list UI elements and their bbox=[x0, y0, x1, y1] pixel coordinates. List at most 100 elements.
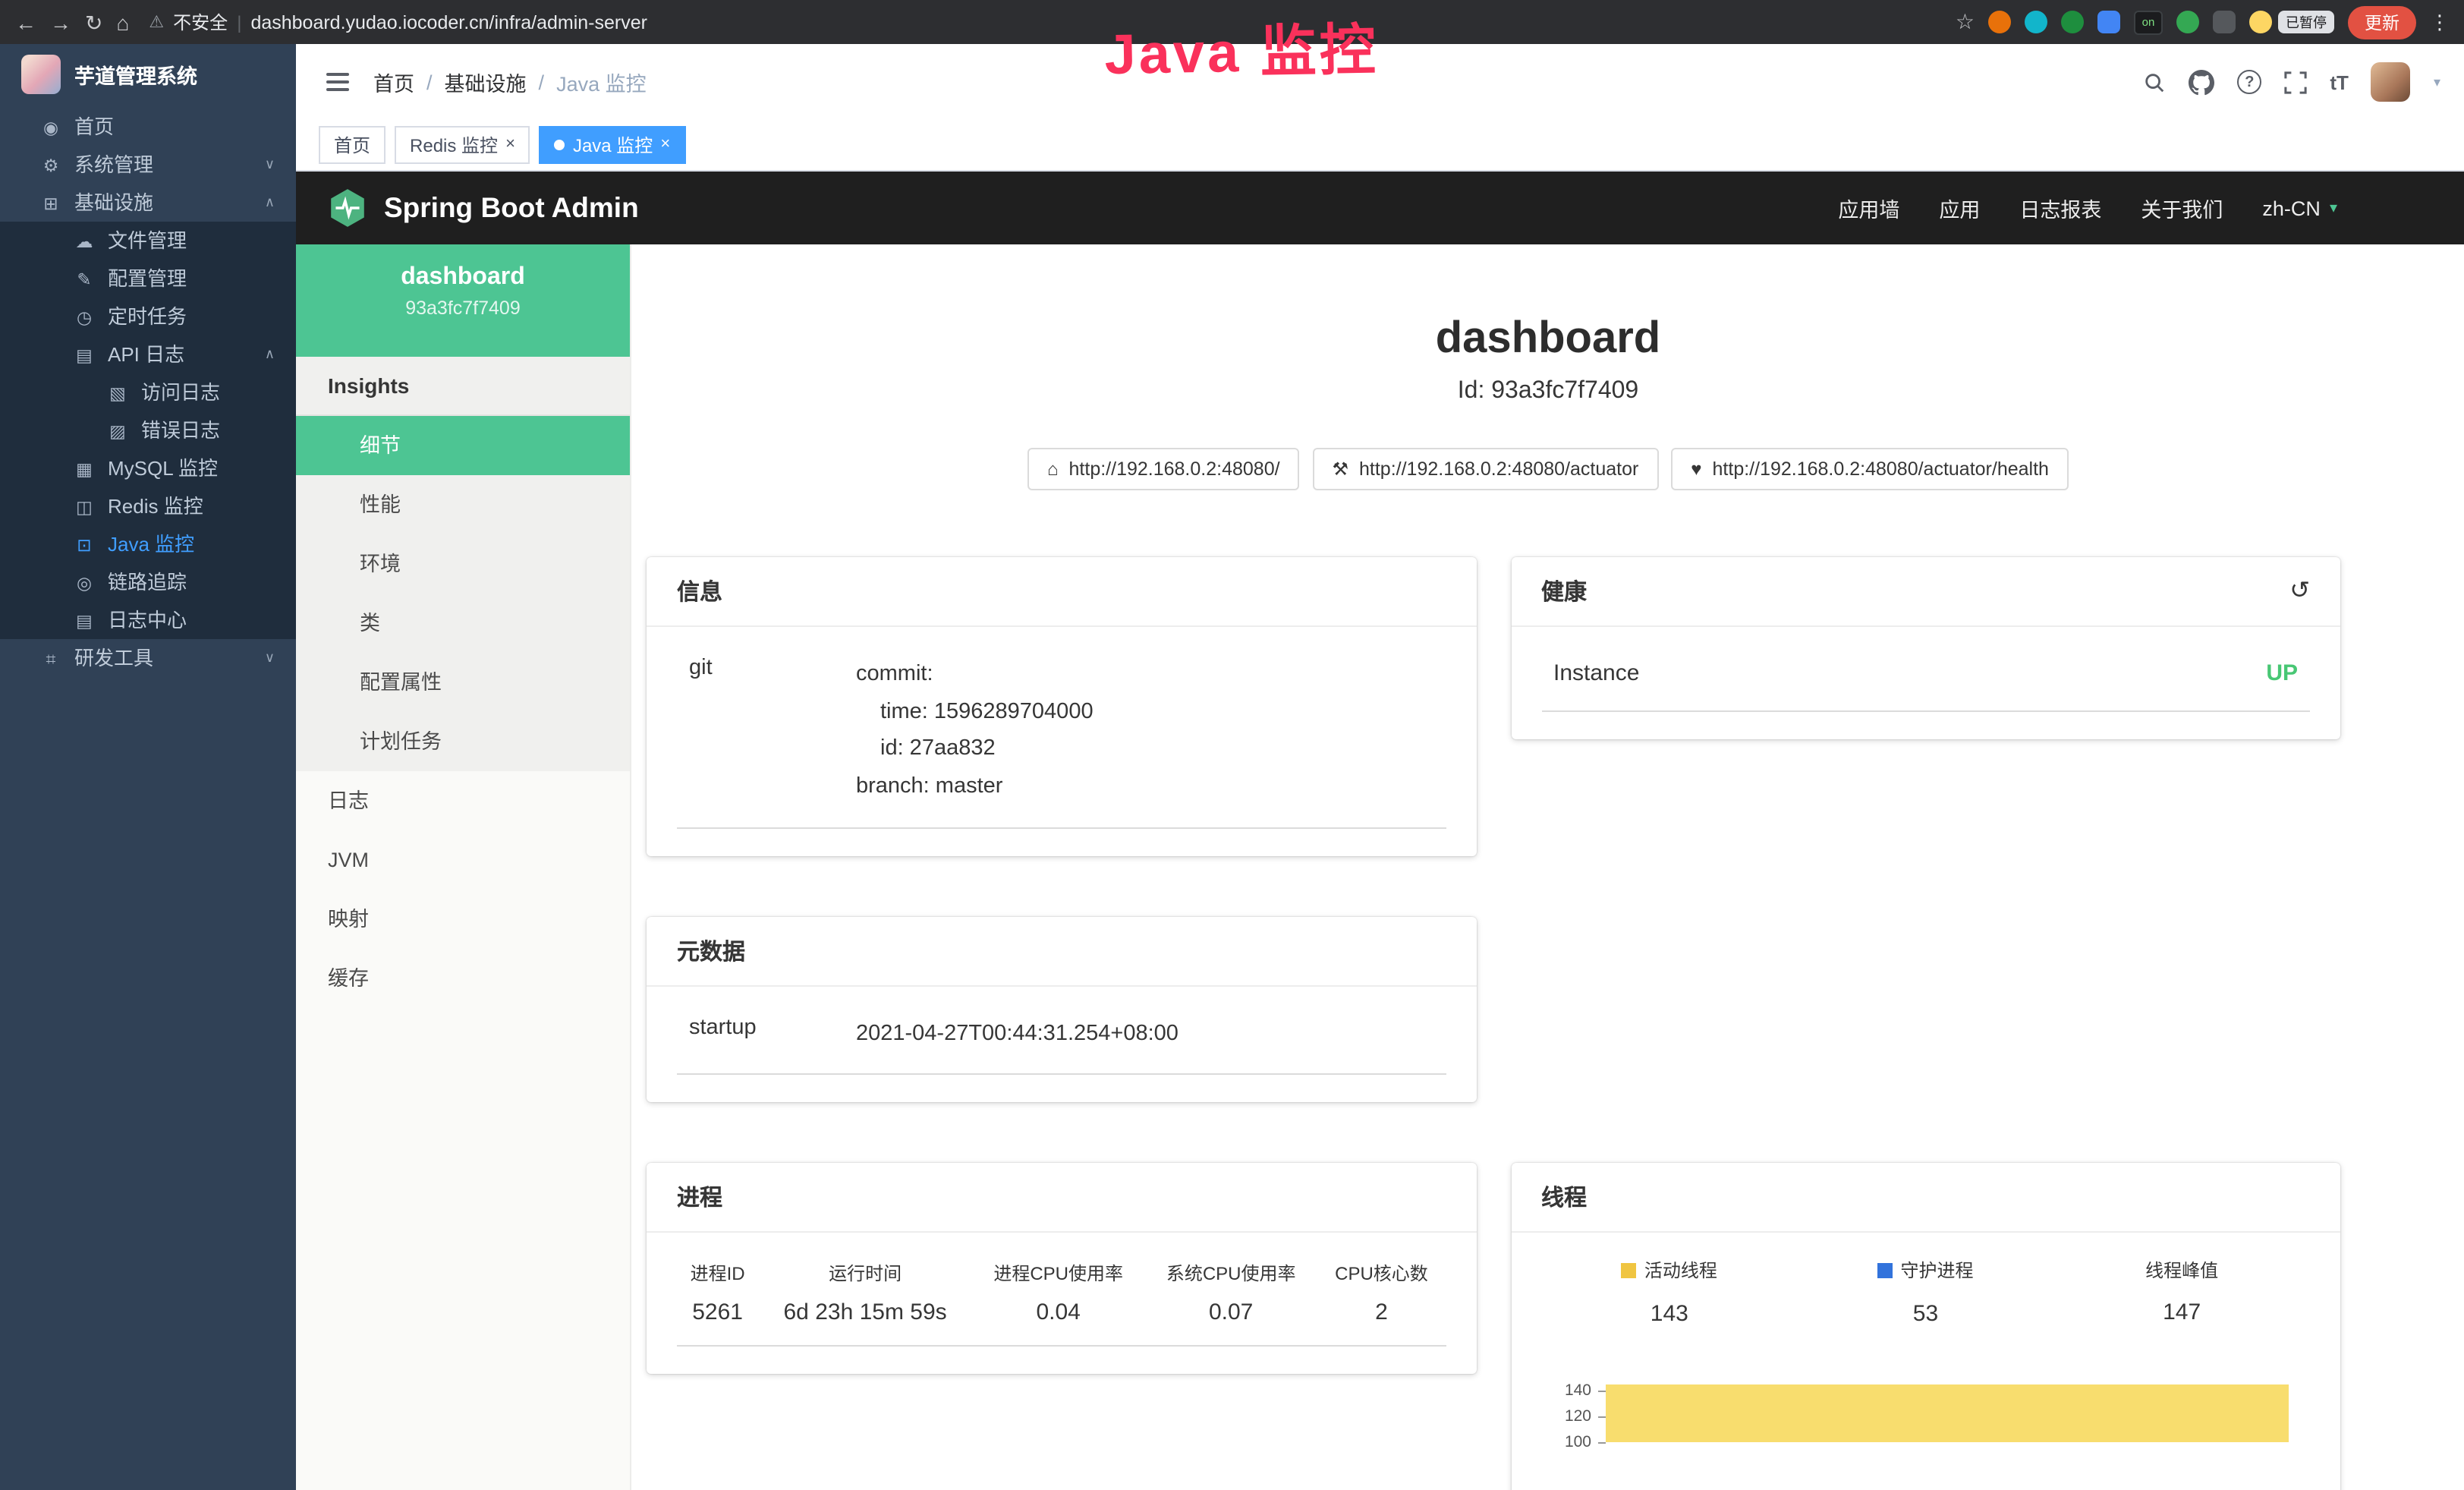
process-card-body: 进程ID 运行时间 进程CPU使用率 系统CPU使用率 CPU核心数 5261 … bbox=[647, 1233, 1476, 1374]
search-icon[interactable] bbox=[2143, 71, 2166, 93]
hamburger-icon[interactable] bbox=[326, 73, 349, 91]
sba-nav-applications[interactable]: 应用 bbox=[1939, 193, 1980, 223]
process-uptime: 6d 23h 15m 59s bbox=[758, 1289, 972, 1346]
sidebar-item-log-center[interactable]: ▤日志中心 bbox=[0, 601, 296, 639]
edit-icon: ✎ bbox=[73, 263, 96, 301]
threads-chart-plot bbox=[1605, 1378, 2289, 1490]
sidebar-item-home[interactable]: ◉首页 bbox=[0, 108, 296, 146]
main-column: 首页 / 基础设施 / Java 监控 ? bbox=[296, 44, 2464, 1490]
sidebar-menu: ◉首页 ⚙系统管理 ∨ ⊞基础设施 ∧ ☁文件管理 ✎配置管理 ◷定时任务 bbox=[0, 105, 296, 677]
link-label: http://192.168.0.2:48080/actuator/health bbox=[1713, 458, 2049, 480]
url-text[interactable]: dashboard.yudao.iocoder.cn/infra/admin-s… bbox=[250, 11, 647, 33]
avatar-caret-icon[interactable]: ▾ bbox=[2434, 74, 2440, 90]
update-button[interactable]: 更新 bbox=[2348, 5, 2416, 39]
github-icon[interactable] bbox=[2189, 69, 2214, 95]
sidebar-item-label: 研发工具 bbox=[74, 647, 153, 669]
peak-threads-value: 147 bbox=[2053, 1299, 2310, 1325]
sidebar-item-scheduled-jobs[interactable]: ◷定时任务 bbox=[0, 298, 296, 335]
health-instance-row[interactable]: Instance UP bbox=[1541, 636, 2310, 712]
sidebar-item-api-logs[interactable]: ▤API 日志 ∧ bbox=[0, 335, 296, 373]
sba-item-scheduled-tasks[interactable]: 计划任务 bbox=[296, 712, 630, 771]
browser-menu-icon[interactable]: ⋮ bbox=[2430, 10, 2450, 34]
back-icon[interactable]: ← bbox=[15, 11, 36, 33]
sba-item-caches[interactable]: 缓存 bbox=[296, 949, 630, 1008]
sba-item-jvm[interactable]: JVM bbox=[296, 830, 630, 890]
process-header-pid: 进程ID bbox=[677, 1248, 758, 1289]
live-threads-value: 143 bbox=[1541, 1300, 1798, 1326]
legend-label-text: 活动线程 bbox=[1644, 1257, 1717, 1283]
app-logo-row[interactable]: 芋道管理系统 bbox=[0, 44, 296, 105]
locale-selector[interactable]: zh-CN ▾ bbox=[2262, 197, 2337, 219]
sidebar-item-access-logs[interactable]: ▧访问日志 bbox=[0, 373, 296, 411]
metadata-card-header: 元数据 bbox=[647, 916, 1476, 986]
address-bar[interactable]: ⚠ 不安全 | dashboard.yudao.iocoder.cn/infra… bbox=[149, 9, 647, 35]
help-icon[interactable]: ? bbox=[2237, 70, 2261, 94]
instance-home-link[interactable]: ⌂ http://192.168.0.2:48080/ bbox=[1027, 448, 1300, 490]
tab-paused-indicator[interactable]: 已暂停 bbox=[2249, 11, 2334, 33]
process-process-cpu: 0.04 bbox=[972, 1289, 1145, 1346]
breadcrumb-infrastructure[interactable]: 基础设施 bbox=[445, 67, 527, 97]
sba-nav-journal[interactable]: 日志报表 bbox=[2019, 193, 2101, 223]
tab-home[interactable]: 首页 bbox=[319, 126, 385, 164]
sidebar-item-file-management[interactable]: ☁文件管理 bbox=[0, 222, 296, 260]
sba-item-environment[interactable]: 环境 bbox=[296, 534, 630, 594]
fullscreen-icon[interactable] bbox=[2284, 71, 2307, 93]
sidebar-item-redis-monitor[interactable]: ◫Redis 监控 bbox=[0, 487, 296, 525]
legend-daemon-threads: 守护进程 53 bbox=[1798, 1257, 2054, 1326]
sidebar-item-error-logs[interactable]: ▨错误日志 bbox=[0, 411, 296, 449]
tab-java-monitor[interactable]: Java 监控 × bbox=[540, 126, 685, 164]
sba-brand[interactable]: Spring Boot Admin bbox=[326, 187, 639, 229]
browser-extension-icon-4[interactable] bbox=[2097, 11, 2120, 33]
process-table: 进程ID 运行时间 进程CPU使用率 系统CPU使用率 CPU核心数 5261 … bbox=[677, 1248, 1446, 1347]
sba-logo-icon bbox=[326, 187, 369, 229]
close-icon[interactable]: × bbox=[505, 137, 515, 153]
sidebar-item-mysql-monitor[interactable]: ▦MySQL 监控 bbox=[0, 449, 296, 487]
sidebar-item-java-monitor[interactable]: ⊡Java 监控 bbox=[0, 525, 296, 563]
sba-item-classes[interactable]: 类 bbox=[296, 594, 630, 653]
browser-extension-icon-3[interactable] bbox=[2061, 11, 2084, 33]
breadcrumb-home[interactable]: 首页 bbox=[373, 67, 414, 97]
sba-nav-wallboard[interactable]: 应用墙 bbox=[1838, 193, 1899, 223]
bookmark-star-icon[interactable]: ☆ bbox=[1956, 9, 1975, 35]
health-card-header: 健康 ↺ bbox=[1511, 557, 2340, 627]
browser-extension-icon-1[interactable] bbox=[1988, 11, 2011, 33]
health-link[interactable]: ♥ http://192.168.0.2:48080/actuator/heal… bbox=[1671, 448, 2069, 490]
sidebar-item-system-management[interactable]: ⚙系统管理 ∨ bbox=[0, 146, 296, 184]
home-icon[interactable]: ⌂ bbox=[116, 11, 129, 33]
sba-item-details[interactable]: 细节 bbox=[296, 416, 630, 475]
git-time-line: time: 1596289704000 bbox=[880, 693, 1094, 730]
legend-label-text: 守护进程 bbox=[1900, 1257, 1973, 1283]
sba-nav-about[interactable]: 关于我们 bbox=[2141, 193, 2223, 223]
sba-instance-name: dashboard bbox=[296, 264, 630, 291]
process-header-process-cpu: 进程CPU使用率 bbox=[972, 1248, 1145, 1289]
legend-label-text: 线程峰值 bbox=[2145, 1257, 2218, 1283]
process-card: 进程 进程ID 运行时间 进程CPU使用率 系统CPU使用率 CPU bbox=[647, 1163, 1476, 1374]
sba-item-config-props[interactable]: 配置属性 bbox=[296, 653, 630, 712]
sidebar-item-dev-tools[interactable]: ⌗研发工具 ∨ bbox=[0, 639, 296, 677]
user-avatar[interactable] bbox=[2371, 62, 2411, 102]
actuator-link[interactable]: ⚒ http://192.168.0.2:48080/actuator bbox=[1312, 448, 1658, 490]
close-icon[interactable]: × bbox=[660, 137, 670, 153]
card-title: 元数据 bbox=[677, 934, 745, 966]
history-icon[interactable]: ↺ bbox=[2289, 579, 2310, 603]
browser-extension-icon-2[interactable] bbox=[2025, 11, 2047, 33]
sidebar-item-trace[interactable]: ◎链路追踪 bbox=[0, 563, 296, 601]
sba-item-mappings[interactable]: 映射 bbox=[296, 890, 630, 949]
security-label: 不安全 bbox=[173, 9, 228, 35]
sidebar-item-label: 链路追踪 bbox=[108, 571, 187, 594]
reload-icon[interactable]: ↻ bbox=[85, 11, 102, 33]
font-size-icon[interactable]: tT bbox=[2330, 71, 2349, 93]
y-tick-mark bbox=[1597, 1416, 1605, 1417]
sidebar-item-config-management[interactable]: ✎配置管理 bbox=[0, 260, 296, 298]
forward-icon[interactable]: → bbox=[50, 11, 71, 33]
tabs-bar: 首页 Redis 监控 × Java 监控 × bbox=[296, 120, 2464, 172]
smiley-icon bbox=[2249, 11, 2272, 33]
sidebar-item-infrastructure[interactable]: ⊞基础设施 ∧ bbox=[0, 184, 296, 222]
browser-extension-icon-5[interactable] bbox=[2176, 11, 2199, 33]
sba-instance-block[interactable]: dashboard 93a3fc7f7409 bbox=[296, 244, 630, 357]
extensions-puzzle-icon[interactable] bbox=[2213, 11, 2236, 33]
tab-redis-monitor[interactable]: Redis 监控 × bbox=[395, 126, 530, 164]
extension-on-icon[interactable]: on bbox=[2134, 10, 2163, 34]
sba-item-logs[interactable]: 日志 bbox=[296, 771, 630, 830]
sba-item-performance[interactable]: 性能 bbox=[296, 475, 630, 534]
